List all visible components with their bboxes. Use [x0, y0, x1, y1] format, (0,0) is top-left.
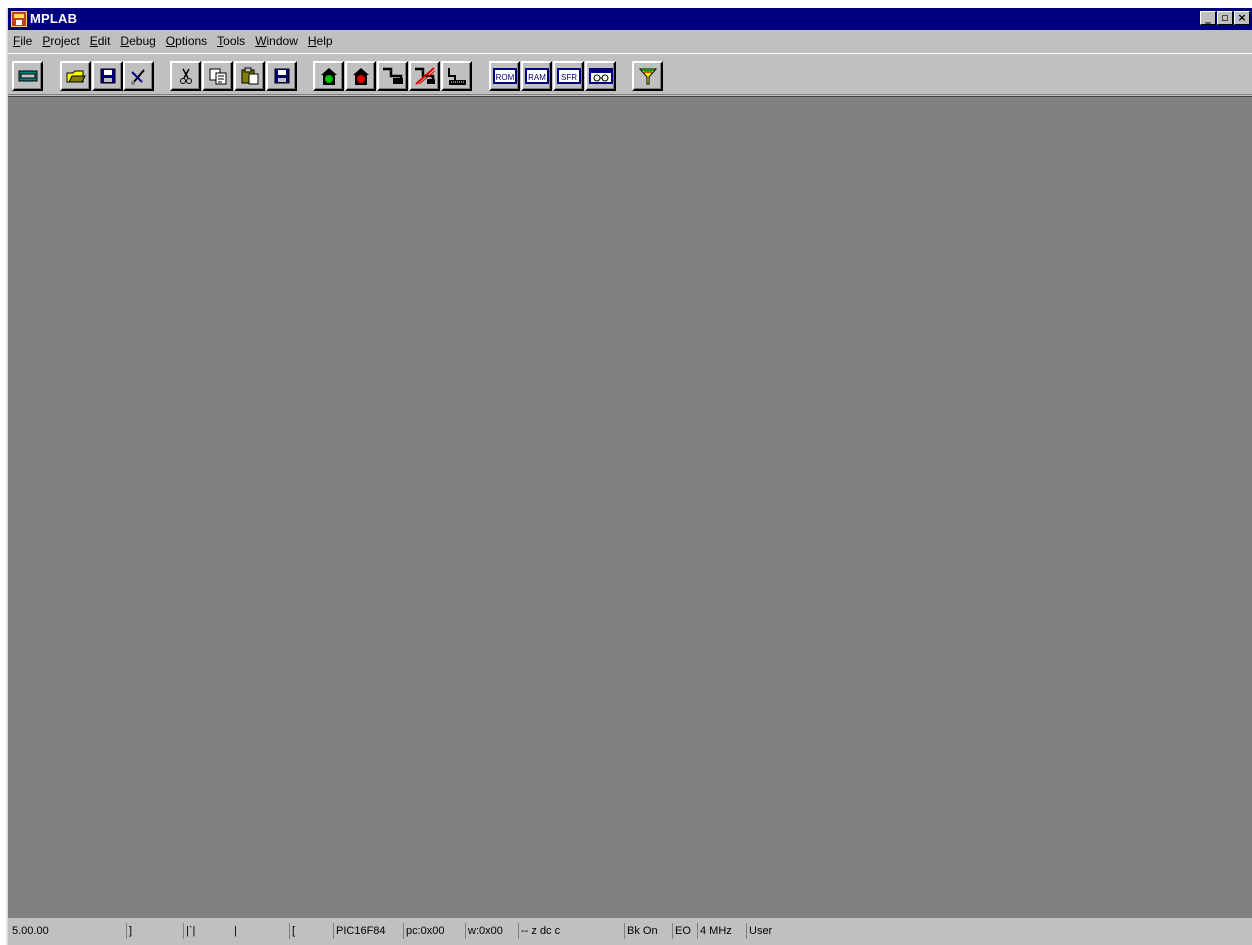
halt-button[interactable]	[345, 61, 376, 91]
menu-options-label: ptions	[175, 34, 208, 48]
trace-filter-icon	[638, 68, 657, 85]
sfr-window-button[interactable]: SFR	[553, 61, 584, 91]
build-tool-button[interactable]	[123, 61, 154, 91]
copy-icon	[209, 68, 226, 85]
step-over-button[interactable]	[409, 61, 440, 91]
window-title: MPLAB	[30, 11, 78, 26]
close-icon[interactable]: ×	[1234, 11, 1250, 25]
menu-help-label: elp	[316, 34, 333, 48]
menu-debug-accel: D	[120, 34, 130, 48]
copy-button[interactable]	[202, 61, 233, 91]
status-flags: -- z dc c	[518, 923, 560, 939]
status-clock: 4 MHz	[697, 923, 732, 939]
menu-options-accel: O	[165, 34, 176, 48]
reset-button[interactable]	[441, 61, 472, 91]
mdi-workspace[interactable]	[8, 96, 1252, 918]
menu-edit-label: dit	[97, 34, 111, 48]
menu-options[interactable]: Options	[161, 32, 212, 50]
save-button[interactable]	[266, 61, 297, 91]
run-button[interactable]	[313, 61, 344, 91]
ram-window-icon: RAM	[524, 68, 549, 84]
menu-help-accel: H	[307, 34, 317, 48]
paste-button[interactable]	[234, 61, 265, 91]
toolbar: ROM RAM SFR	[8, 53, 1252, 95]
status-processor: PIC16F84	[333, 923, 386, 939]
restore-icon[interactable]: ▫	[1217, 11, 1233, 25]
step-into-button[interactable]	[377, 61, 408, 91]
mplab-app-icon[interactable]	[11, 11, 27, 27]
status-bar: 5.00.00 ] |`| | [ PIC16F84 pc:0x00 w:0x0…	[8, 920, 1252, 942]
run-go-icon	[320, 68, 337, 85]
menu-window-label: indow	[266, 34, 298, 48]
status-mode: EO	[672, 923, 691, 939]
menu-tools-label: ools	[223, 34, 246, 48]
open-project-icon	[18, 70, 37, 82]
status-version: 5.00.00	[12, 925, 49, 937]
menu-file-label: ile	[20, 34, 33, 48]
menu-window-accel: W	[255, 34, 267, 48]
menu-tools[interactable]: Tools	[212, 32, 250, 50]
rom-window-icon: ROM	[492, 68, 517, 84]
menu-file[interactable]: File	[8, 32, 37, 50]
status-pc: pc:0x00	[403, 923, 445, 939]
reset-icon	[447, 68, 466, 85]
minimize-icon[interactable]: _	[1200, 11, 1216, 25]
svg-text:ROM: ROM	[495, 73, 514, 82]
save-file-button[interactable]	[92, 61, 123, 91]
title-bar[interactable]: MPLAB _ ▫ ×	[8, 8, 1252, 30]
menu-debug-label: ebug	[129, 34, 156, 48]
status-field-4: |	[234, 925, 237, 937]
menu-edit-accel: E	[89, 34, 98, 48]
menu-help[interactable]: Help	[303, 32, 338, 50]
menu-project-label: roject	[50, 34, 80, 48]
status-user: User	[746, 923, 772, 939]
menu-edit[interactable]: Edit	[85, 32, 116, 50]
window-controls: _ ▫ ×	[1199, 11, 1250, 27]
mplab-window: MPLAB _ ▫ × File Project Edit Debug Opti…	[6, 8, 1252, 945]
paste-icon	[241, 67, 258, 85]
open-file-button[interactable]	[60, 61, 91, 91]
open-project-button[interactable]	[12, 61, 43, 91]
save-file-icon	[100, 68, 115, 84]
cut-icon	[179, 68, 192, 84]
trace-filter-button[interactable]	[632, 61, 663, 91]
ram-window-button[interactable]: RAM	[521, 61, 552, 91]
status-w-register: w:0x00	[465, 923, 503, 939]
watch-window-button[interactable]	[585, 61, 616, 91]
menu-project[interactable]: Project	[37, 32, 84, 50]
menu-window[interactable]: Window	[250, 32, 303, 50]
status-breakpoints: Bk On	[624, 923, 658, 939]
build-tool-icon	[130, 69, 145, 85]
cut-button[interactable]	[170, 61, 201, 91]
status-field-2: ]	[126, 923, 132, 939]
menu-debug[interactable]: Debug	[115, 32, 160, 50]
rom-window-button[interactable]: ROM	[489, 61, 520, 91]
open-file-icon	[66, 70, 86, 83]
save-icon	[274, 68, 289, 84]
step-over-icon	[414, 67, 435, 85]
sfr-window-icon: SFR	[556, 68, 581, 84]
svg-text:RAM: RAM	[528, 73, 546, 82]
svg-text:SFR: SFR	[561, 73, 577, 82]
watch-window-icon	[588, 68, 613, 84]
menu-bar: File Project Edit Debug Options Tools Wi…	[8, 31, 1252, 51]
status-field-3: |`|	[183, 923, 195, 939]
status-field-5: [	[289, 923, 295, 939]
halt-stop-icon	[352, 68, 369, 85]
step-into-icon	[382, 67, 403, 84]
